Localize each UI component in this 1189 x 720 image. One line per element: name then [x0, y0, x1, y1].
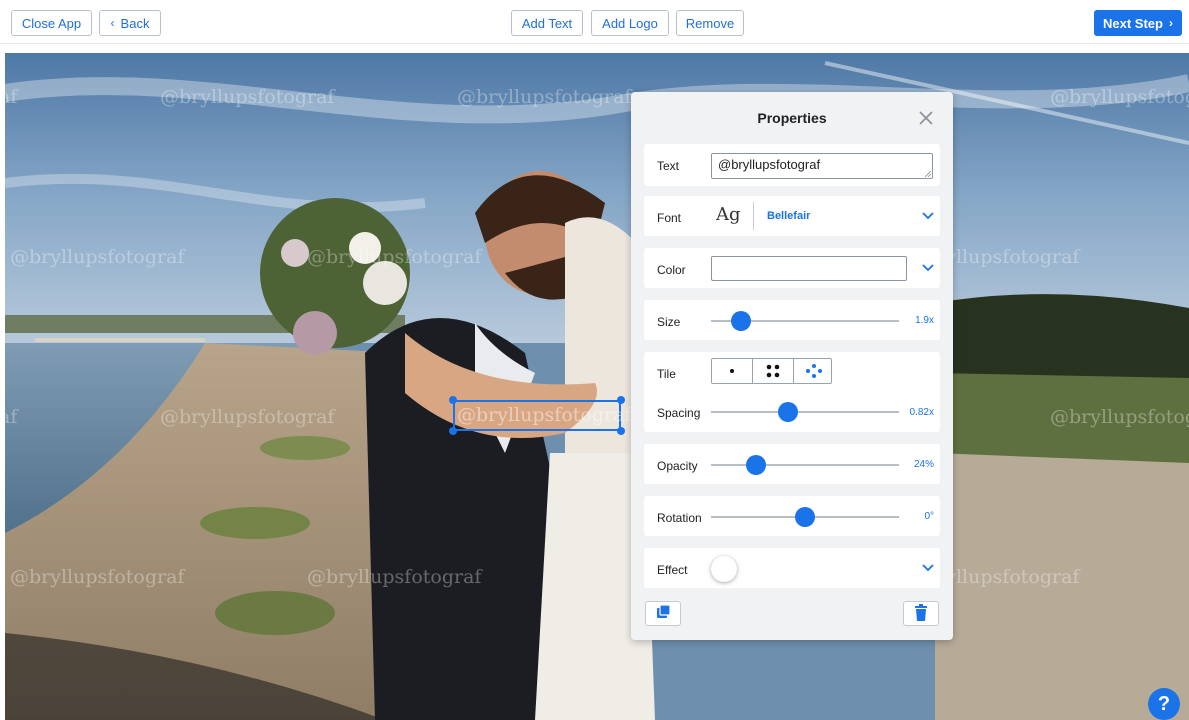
watermark-text-field[interactable]: @bryllupsfotograf [711, 153, 933, 179]
color-label: Color [657, 263, 686, 277]
watermark-text: @bryllupsfotograf [457, 86, 632, 108]
photo-canvas[interactable]: af @bryllupsfotograf @bryllupsfotograf @… [5, 53, 1189, 720]
watermark-text: @bryllupsfotograf [1050, 406, 1189, 428]
font-preview: Ag [716, 204, 741, 225]
watermark-text: @bryllupsfotograf [10, 566, 185, 588]
rotation-row: Rotation 0° [644, 496, 940, 536]
font-row[interactable]: Font Ag Bellefair [644, 196, 940, 236]
delete-button[interactable] [903, 601, 939, 626]
color-row[interactable]: Color [644, 248, 940, 288]
chevron-down-icon[interactable] [922, 212, 934, 220]
properties-panel: Properties Text @bryllupsfotograf Font A… [631, 92, 953, 640]
resize-handle-bottom-left[interactable] [449, 427, 457, 435]
watermark-text: @bryllupsfotograf [307, 566, 482, 588]
help-button[interactable]: ? [1148, 688, 1180, 720]
color-swatch[interactable] [711, 256, 907, 281]
tile-options [711, 358, 832, 384]
next-step-button[interactable]: Next Step › [1094, 10, 1182, 36]
effect-label: Effect [657, 563, 688, 577]
watermark-text: af [5, 86, 18, 108]
add-text-label: Add Text [521, 15, 573, 31]
rotation-value: 0° [924, 511, 934, 522]
divider [753, 202, 754, 230]
font-label: Font [657, 211, 682, 225]
rotation-slider-handle[interactable] [795, 507, 815, 527]
size-row: Size 1.9x [644, 300, 940, 340]
close-icon[interactable] [917, 109, 935, 127]
chevron-down-icon[interactable] [922, 564, 934, 572]
copy-icon [657, 604, 671, 618]
effect-toggle[interactable] [711, 556, 737, 582]
watermark-text: @bryllupsfotograf [1050, 86, 1189, 108]
chevron-down-icon[interactable] [922, 264, 934, 272]
size-label: Size [657, 315, 681, 329]
duplicate-button[interactable] [645, 601, 681, 626]
spacing-value: 0.82x [909, 407, 934, 418]
next-step-label: Next Step [1103, 15, 1163, 31]
grid-dots-icon [766, 364, 780, 378]
opacity-slider-handle[interactable] [746, 455, 767, 475]
effect-row[interactable]: Effect [644, 548, 940, 588]
wedding-photo [5, 53, 1189, 720]
size-slider-handle[interactable] [731, 311, 752, 331]
opacity-slider-track[interactable] [711, 464, 899, 466]
tile-scatter-button[interactable] [794, 359, 834, 383]
spacing-slider-handle[interactable] [778, 402, 799, 422]
close-app-button[interactable]: Close App [11, 10, 92, 36]
resize-grip-icon [925, 171, 931, 177]
tile-grid-button[interactable] [753, 359, 794, 383]
back-label: Back [120, 15, 150, 31]
properties-title: Properties [757, 110, 827, 126]
watermark-text: @bryllupsfotograf [160, 86, 335, 108]
text-row: Text @bryllupsfotograf [644, 144, 940, 186]
opacity-row: Opacity 24% [644, 444, 940, 484]
trash-icon [915, 604, 927, 621]
text-label: Text [657, 159, 680, 173]
add-logo-button[interactable]: Add Logo [591, 10, 669, 36]
single-dot-icon [730, 369, 734, 373]
opacity-label: Opacity [657, 459, 698, 473]
resize-handle-top-left[interactable] [449, 396, 457, 404]
spacing-label: Spacing [657, 406, 701, 420]
add-text-button[interactable]: Add Text [511, 10, 583, 36]
back-button[interactable]: ‹ Back [99, 10, 161, 36]
chevron-right-icon: › [1168, 16, 1173, 30]
spacing-slider-track[interactable] [711, 411, 899, 413]
watermark-text: af [5, 406, 18, 428]
selected-watermark-text: @bryllupsfotograf [457, 404, 632, 426]
watermark-text: @bryllupsfotograf [160, 406, 335, 428]
chevron-left-icon: ‹ [110, 16, 115, 30]
tile-single-button[interactable] [712, 359, 753, 383]
close-app-label: Close App [21, 15, 82, 31]
add-logo-label: Add Logo [602, 15, 658, 31]
selected-watermark-box[interactable]: @bryllupsfotograf [453, 400, 631, 431]
resize-handle-top-right[interactable] [617, 396, 625, 404]
tile-spacing-row: Tile Spacing 0.82x [644, 352, 940, 432]
tile-label: Tile [657, 367, 676, 381]
opacity-value: 24% [913, 459, 934, 470]
resize-handle-bottom-right[interactable] [617, 427, 625, 435]
remove-label: Remove [685, 15, 735, 31]
font-name: Bellefair [767, 210, 811, 222]
size-value: 1.9x [915, 315, 934, 326]
remove-button[interactable]: Remove [676, 10, 744, 36]
top-toolbar: Close App ‹ Back Add Text Add Logo Remove… [0, 0, 1189, 44]
watermark-text: @bryllupsfotograf [10, 246, 185, 268]
rotation-label: Rotation [657, 511, 702, 525]
watermark-text: @bryllupsfotograf [307, 246, 482, 268]
scatter-dots-icon [806, 364, 822, 378]
